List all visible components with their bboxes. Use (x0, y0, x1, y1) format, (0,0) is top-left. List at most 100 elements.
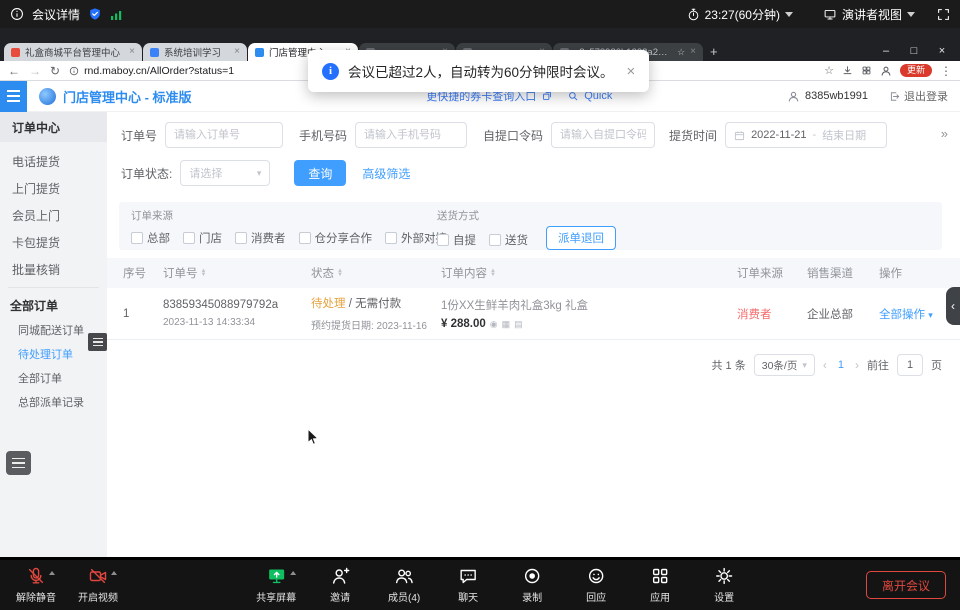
sidebar-item-batch-verify[interactable]: 批量核销 (0, 256, 107, 283)
info-icon: i (322, 63, 339, 80)
close-window-button[interactable]: × (928, 41, 956, 61)
logout-button[interactable]: 退出登录 (889, 88, 948, 104)
forward-icon[interactable]: → (29, 65, 41, 77)
page-size-select[interactable]: 30条/页 ▾ (754, 354, 815, 376)
tab-favicon (150, 48, 159, 57)
sort-icon[interactable]: ▲▼ (201, 269, 207, 278)
checkbox-delivery[interactable]: 送货 (489, 232, 528, 248)
phone-input[interactable] (355, 122, 467, 148)
tab-close-icon[interactable]: × (129, 47, 135, 57)
sidebar-item-all-orders[interactable]: 全部订单 (0, 366, 107, 390)
minimize-button[interactable]: – (872, 41, 900, 61)
col-content[interactable]: 订单内容▲▼ (441, 265, 737, 281)
collapse-panel-icon[interactable]: » (941, 126, 948, 141)
floating-list-button[interactable] (6, 451, 31, 475)
back-icon[interactable]: ← (8, 65, 20, 77)
divider (8, 287, 99, 288)
current-page[interactable]: 1 (835, 359, 847, 371)
sidebar-item-hq-dispatch-log[interactable]: 总部派单记录 (0, 390, 107, 414)
download-icon[interactable] (842, 65, 853, 76)
security-shield-icon (88, 7, 102, 21)
fullscreen-icon[interactable] (937, 8, 950, 21)
invite-person-icon (330, 566, 350, 586)
browser-tab[interactable]: 系统培训学习 × (143, 43, 247, 61)
order-tag-icon: ◉ (490, 319, 498, 330)
status-badge: 待处理 (311, 298, 346, 310)
pickup-code-input[interactable] (551, 122, 655, 148)
unmute-button[interactable]: 解除静音 (8, 565, 64, 604)
reaction-button[interactable]: 回应 (568, 565, 624, 604)
side-drawer-handle[interactable]: ‹ (946, 287, 960, 325)
date-separator: - (813, 129, 817, 141)
sidebar-item-card-pickup[interactable]: 卡包提货 (0, 229, 107, 256)
dispatch-return-button[interactable]: 派单退回 (546, 226, 616, 250)
hamburger-menu-icon[interactable] (0, 81, 27, 112)
table-row: 1 83859345088979792a 2023-11-13 14:33:34… (107, 288, 960, 340)
invite-button[interactable]: 邀请 (312, 565, 368, 604)
tab-close-icon[interactable]: × (234, 47, 240, 57)
main-content: 订单号 手机号码 自提口令码 提货时间 2022-11-21 (107, 112, 960, 557)
extensions-icon[interactable] (861, 65, 872, 76)
prev-page-icon[interactable]: ‹ (823, 358, 827, 372)
apps-button[interactable]: 应用 (632, 565, 688, 604)
date-range-picker[interactable]: 2022-11-21 - 结束日期 (725, 122, 887, 148)
payment-status: / 无需付款 (349, 298, 401, 310)
profile-avatar-icon[interactable] (880, 65, 892, 77)
browser-menu-icon[interactable]: ⋮ (940, 65, 952, 77)
sort-icon[interactable]: ▲▼ (490, 269, 496, 278)
meeting-details-button[interactable]: 会议详情 (32, 6, 80, 23)
maximize-button[interactable]: □ (900, 41, 928, 61)
browser-tab[interactable]: 礼盒商城平台管理中心 × (4, 43, 142, 61)
toast-close-icon[interactable]: × (627, 63, 636, 80)
checkbox-icon (131, 232, 143, 244)
chevron-up-icon[interactable] (111, 571, 117, 575)
checkbox-icon (183, 232, 195, 244)
next-page-icon[interactable]: › (855, 358, 859, 372)
checkbox-store[interactable]: 门店 (183, 230, 222, 246)
members-button[interactable]: 成员(4) (376, 565, 432, 604)
meeting-timer[interactable]: 23:27(60分钟) (687, 6, 793, 23)
tab-close-icon[interactable]: × (690, 47, 696, 57)
chevron-down-icon: ▾ (257, 168, 262, 179)
col-status[interactable]: 状态▲▼ (311, 265, 441, 281)
checkbox-icon (385, 232, 397, 244)
leave-meeting-button[interactable]: 离开会议 (866, 571, 946, 599)
search-button[interactable]: 查询 (294, 160, 346, 186)
bookmark-star-icon[interactable]: ☆ (824, 64, 834, 77)
checkbox-consumer[interactable]: 消费者 (235, 230, 286, 246)
site-info-icon[interactable] (69, 66, 79, 76)
toolbar-actions: ☆ 更新 ⋮ (824, 64, 952, 77)
filter-panel: 订单来源 总部 门店 消费者 仓分享合作 外部对接 送货方式 (119, 202, 942, 250)
advanced-filter-link[interactable]: 高级筛选 (362, 165, 410, 182)
chevron-up-icon[interactable] (290, 571, 296, 575)
order-status-select[interactable]: 请选择 ▾ (180, 160, 270, 186)
goto-page-input[interactable] (897, 354, 923, 376)
chevron-up-icon[interactable] (49, 571, 55, 575)
date-end-placeholder: 结束日期 (822, 127, 866, 143)
row-index: 1 (123, 308, 163, 320)
sidebar-item-member-visit[interactable]: 会员上门 (0, 202, 107, 229)
col-order-no[interactable]: 订单号▲▼ (163, 265, 311, 281)
browser-update-button[interactable]: 更新 (900, 64, 932, 77)
sidebar-item-door-pickup[interactable]: 上门提货 (0, 175, 107, 202)
col-source: 订单来源 (737, 265, 807, 281)
start-video-button[interactable]: 开启视频 (70, 565, 126, 604)
checkbox-warehouse-coop[interactable]: 仓分享合作 (299, 230, 373, 246)
row-actions-dropdown[interactable]: 全部操作 ▾ (879, 306, 942, 322)
checkbox-hq[interactable]: 总部 (131, 230, 170, 246)
new-tab-button[interactable]: + (710, 44, 718, 61)
sort-icon[interactable]: ▲▼ (337, 269, 343, 278)
share-screen-button[interactable]: 共享屏幕 (248, 565, 304, 604)
app-logo (39, 88, 56, 105)
sidebar-group-all-orders[interactable]: 全部订单 (0, 292, 107, 318)
sidebar-item-phone-pickup[interactable]: 电话提货 (0, 148, 107, 175)
order-no-input[interactable] (165, 122, 283, 148)
settings-button[interactable]: 设置 (696, 565, 752, 604)
chat-button[interactable]: 聊天 (440, 565, 496, 604)
sidebar-collapse-button[interactable] (88, 333, 107, 351)
user-account[interactable]: 8385wb1991 退出登录 (787, 88, 948, 104)
checkbox-self-pickup[interactable]: 自提 (437, 232, 476, 248)
reload-icon[interactable]: ↻ (50, 65, 60, 77)
record-button[interactable]: 录制 (504, 565, 560, 604)
view-mode-selector[interactable]: 演讲者视图 (823, 6, 915, 23)
